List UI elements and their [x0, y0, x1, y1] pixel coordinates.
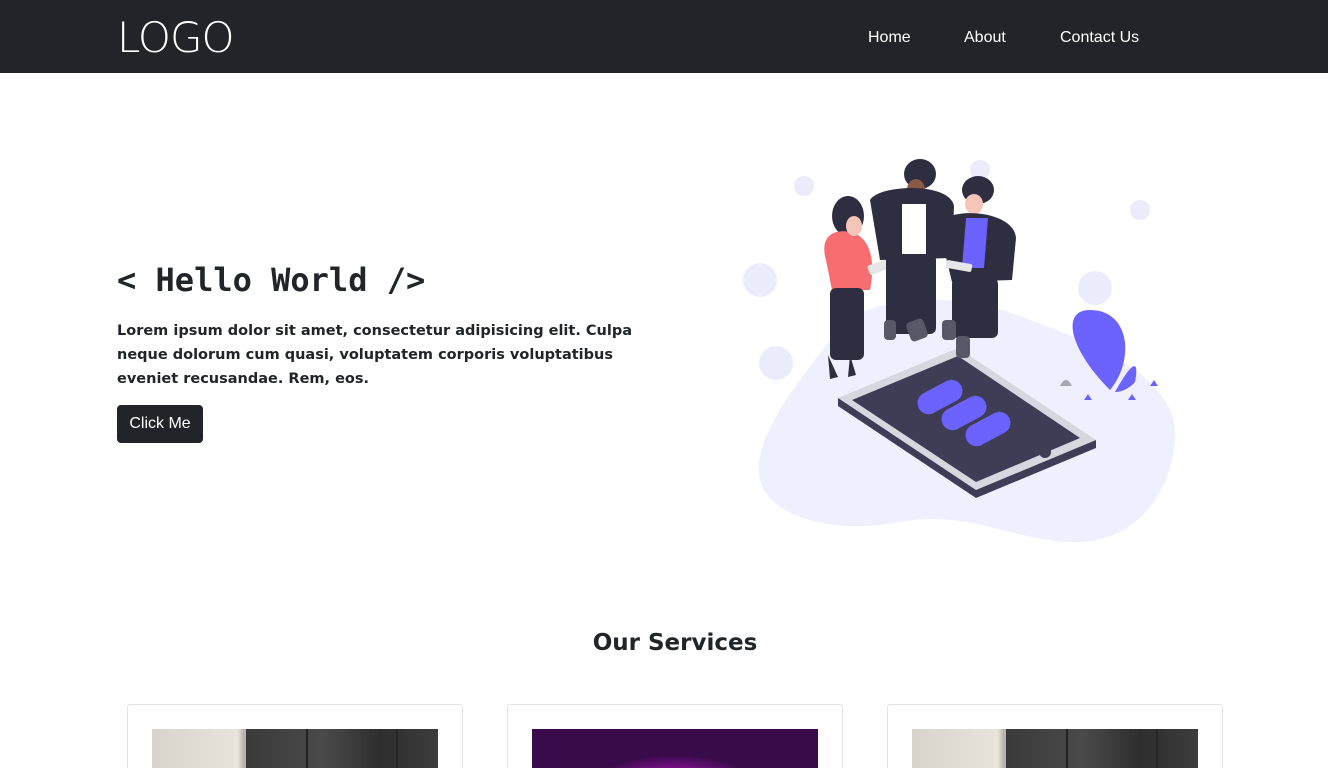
service-card — [887, 704, 1223, 768]
decor-circle — [759, 346, 793, 380]
hero-description: Lorem ipsum dolor sit amet, consectetur … — [117, 323, 632, 387]
logo[interactable]: LOGO — [117, 14, 235, 62]
service-image — [152, 729, 438, 768]
nav-about-link[interactable]: About — [964, 28, 1006, 48]
hero-title: < Hello World /> — [117, 261, 426, 299]
service-card — [507, 704, 843, 768]
service-image — [532, 729, 818, 768]
decor-circle — [794, 176, 814, 196]
service-card — [127, 704, 463, 768]
click-me-button[interactable]: Click Me — [117, 405, 203, 443]
people-with-phone-illustration — [743, 159, 1176, 543]
service-image — [912, 729, 1198, 768]
decor-circle — [743, 263, 777, 297]
nav-home-link[interactable]: Home — [868, 28, 911, 48]
navbar: LOGO Home About Contact Us — [0, 0, 1328, 73]
services-title: Our Services — [592, 630, 758, 656]
decor-circle — [1130, 200, 1150, 220]
decor-circle — [1078, 271, 1112, 305]
nav-contact-link[interactable]: Contact Us — [1060, 28, 1139, 48]
